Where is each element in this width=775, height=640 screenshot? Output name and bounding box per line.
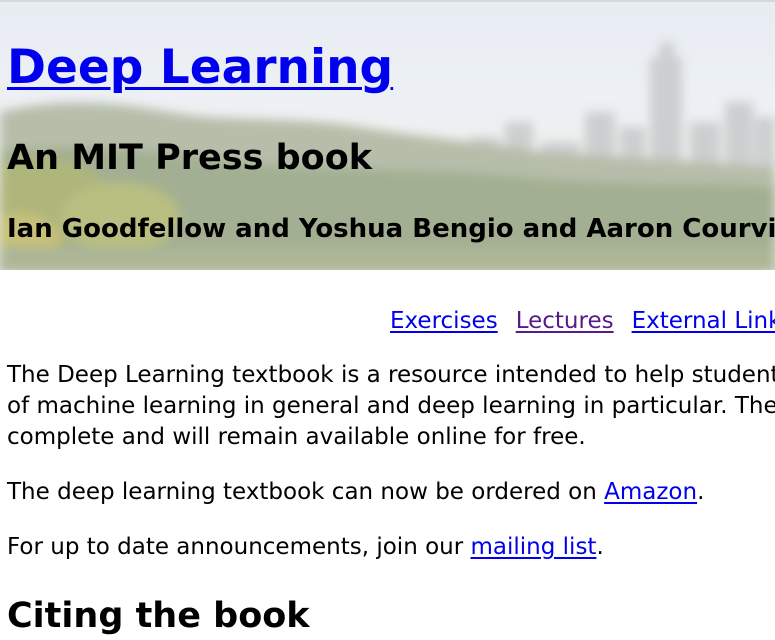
intro-paragraph: The Deep Learning textbook is a resource… (7, 360, 775, 453)
nav-link-exercises[interactable]: Exercises (390, 308, 498, 334)
book-authors: Ian Goodfellow and Yoshua Bengio and Aar… (7, 214, 775, 244)
citing-heading: Citing the book (7, 596, 310, 636)
announce-text: For up to date announcements, join our (7, 534, 471, 560)
amazon-link[interactable]: Amazon (604, 479, 697, 505)
top-nav: Exercises Lectures External Link (390, 306, 775, 336)
order-period: . (697, 479, 705, 505)
announcements-paragraph: For up to date announcements, join our m… (7, 532, 604, 563)
intro-line-1: The Deep Learning textbook is a resource… (7, 362, 775, 388)
order-paragraph: The deep learning textbook can now be or… (7, 477, 704, 508)
order-text: The deep learning textbook can now be or… (7, 479, 605, 505)
nav-link-lectures[interactable]: Lectures (516, 308, 614, 334)
site-title-link[interactable]: Deep Learning (7, 40, 393, 95)
site-title: Deep Learning (7, 38, 393, 98)
nav-link-external[interactable]: External Link (632, 308, 775, 334)
announce-period: . (596, 534, 604, 560)
page: Deep Learning An MIT Press book Ian Good… (0, 0, 775, 640)
intro-line-2: of machine learning in general and deep … (7, 393, 775, 419)
mailing-list-link[interactable]: mailing list (471, 534, 597, 560)
book-subtitle: An MIT Press book (7, 138, 373, 178)
intro-line-3: complete and will remain available onlin… (7, 424, 586, 450)
header-banner: Deep Learning An MIT Press book Ian Good… (0, 0, 775, 270)
